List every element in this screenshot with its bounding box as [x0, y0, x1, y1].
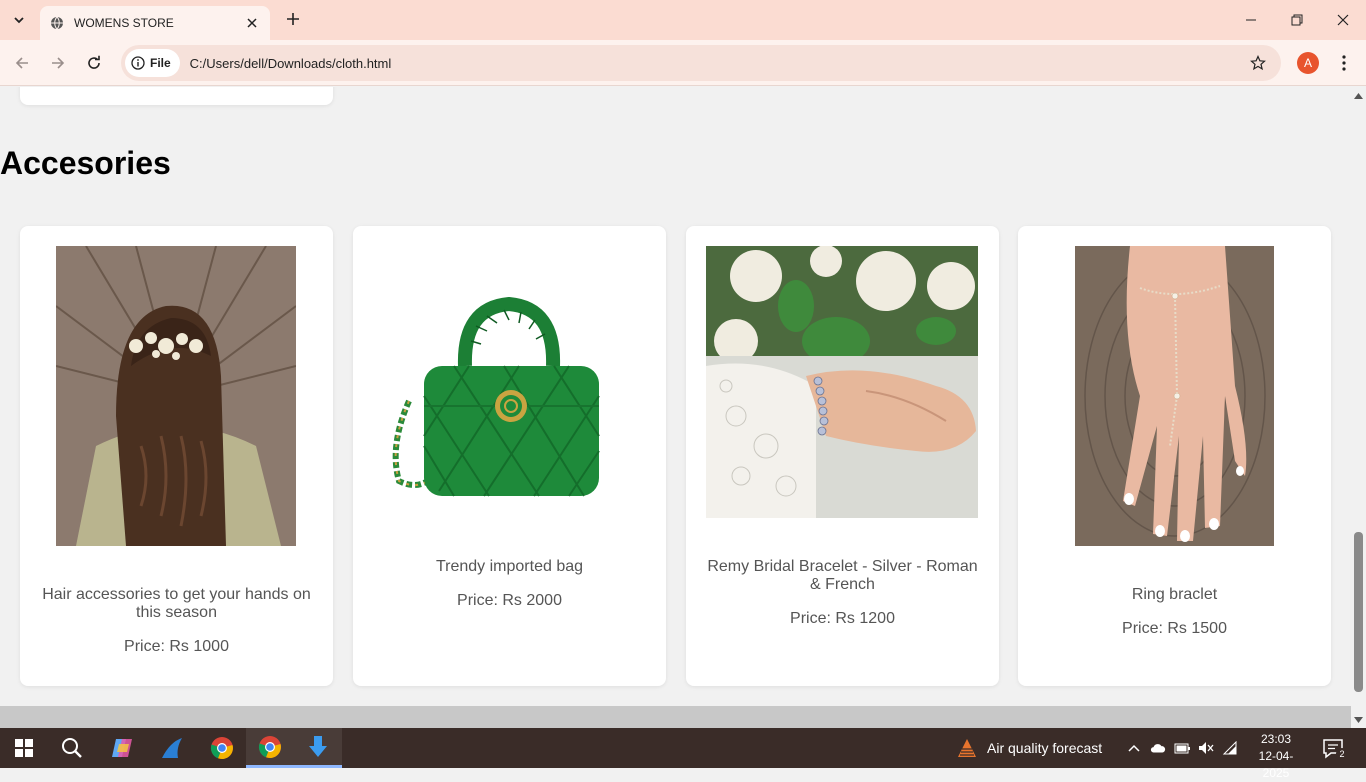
scroll-thumb[interactable]	[1354, 532, 1363, 692]
chrome-app[interactable]	[198, 728, 246, 768]
chrome-app-active[interactable]	[246, 728, 294, 768]
chevron-down-icon	[14, 17, 24, 24]
downloads-app[interactable]	[294, 728, 342, 768]
network-tray[interactable]	[1222, 740, 1238, 756]
weather-text: Air quality forecast	[987, 740, 1103, 756]
copilot-icon	[112, 739, 132, 757]
arrow-right-icon	[52, 57, 65, 69]
air-quality-icon	[958, 739, 976, 757]
chrome-icon	[210, 737, 233, 760]
clock-time: 23:03	[1260, 732, 1292, 746]
product-price: Price: Rs 2000	[457, 592, 562, 609]
product-name: Trendy imported bag	[435, 558, 584, 575]
minimize-icon	[1246, 19, 1256, 21]
notification-count: 2	[1336, 748, 1348, 760]
weather-widget[interactable]: Air quality forecast	[956, 736, 1102, 760]
bookmark-star-icon[interactable]	[1247, 52, 1269, 74]
product-card[interactable]: Trendy imported bag Price: Rs 2000	[353, 226, 666, 686]
shark-app[interactable]	[148, 728, 196, 768]
browser-toolbar: File C:/Users/dell/Downloads/cloth.html …	[0, 40, 1366, 86]
kebab-menu-icon	[1342, 55, 1346, 71]
hair-accessory-image	[56, 246, 296, 546]
arrow-left-icon	[15, 57, 28, 69]
battery-plug-icon	[1174, 743, 1190, 754]
browser-menu-button[interactable]	[1334, 51, 1354, 75]
tab-search-button[interactable]	[6, 7, 32, 33]
site-info-chip[interactable]: File	[125, 49, 180, 77]
address-bar[interactable]: File C:/Users/dell/Downloads/cloth.html	[121, 45, 1281, 81]
chrome-icon	[258, 735, 281, 758]
product-card[interactable]: Ring braclet Price: Rs 1500	[1018, 226, 1331, 686]
bracelet-image	[706, 246, 978, 518]
new-tab-button[interactable]	[282, 8, 304, 30]
scroll-down-icon[interactable]	[1353, 714, 1364, 725]
page-viewport: Accesories Hair accessories to get your …	[0, 87, 1351, 728]
browser-tab[interactable]: WOMENS STORE	[40, 6, 270, 40]
close-icon	[1337, 14, 1349, 26]
forward-button[interactable]	[46, 51, 70, 75]
profile-avatar[interactable]: A	[1297, 52, 1319, 74]
battery-tray[interactable]	[1174, 740, 1190, 756]
minimize-button[interactable]	[1228, 0, 1274, 40]
system-clock[interactable]: 23:03 12-04-2025	[1246, 731, 1306, 782]
windows-taskbar: Air quality forecast 23:03 12-04-2025 2	[0, 728, 1366, 780]
product-name: Hair accessories to get your hands on th…	[42, 586, 311, 621]
product-card[interactable]: Hair accessories to get your hands on th…	[20, 226, 333, 686]
shark-fin-icon	[162, 738, 182, 758]
product-price: Price: Rs 1000	[124, 638, 229, 655]
reload-icon	[88, 55, 100, 69]
product-price: Price: Rs 1200	[790, 610, 895, 627]
section-title: Accesories	[0, 145, 171, 181]
restore-icon	[1291, 14, 1303, 26]
close-window-button[interactable]	[1320, 0, 1366, 40]
previous-product-card	[20, 87, 333, 105]
search-button[interactable]	[48, 728, 96, 768]
product-name: Ring braclet	[1131, 586, 1218, 603]
product-price: Price: Rs 1500	[1122, 620, 1227, 637]
wifi-icon	[1222, 741, 1237, 755]
onedrive-tray[interactable]	[1150, 740, 1166, 756]
windows-logo-icon	[15, 739, 33, 757]
tab-strip: WOMENS STORE	[0, 0, 1366, 40]
download-arrow-icon	[309, 735, 327, 757]
globe-icon	[51, 16, 63, 30]
clock-date: 12-04-2025	[1258, 749, 1294, 780]
volume-tray[interactable]	[1198, 740, 1214, 756]
product-name: Remy Bridal Bracelet - Silver - Roman & …	[707, 558, 978, 593]
back-button[interactable]	[10, 51, 34, 75]
cloud-icon	[1150, 744, 1166, 753]
url-text[interactable]: C:/Users/dell/Downloads/cloth.html	[190, 56, 1247, 71]
close-tab-icon[interactable]	[244, 15, 260, 31]
green-handbag-image	[392, 296, 600, 497]
tab-title: WOMENS STORE	[74, 16, 174, 30]
product-card[interactable]: Remy Bridal Bracelet - Silver - Roman & …	[686, 226, 999, 686]
chevron-up-icon	[1128, 744, 1140, 752]
notification-center[interactable]: 2	[1323, 739, 1348, 764]
search-icon	[62, 738, 82, 758]
hand-chain-image	[1075, 246, 1274, 546]
page-scrollbar[interactable]	[1351, 87, 1366, 728]
footer-strip	[0, 706, 1351, 728]
plus-icon	[287, 13, 299, 25]
start-button[interactable]	[0, 728, 48, 768]
info-icon	[131, 56, 145, 70]
file-label: File	[150, 56, 171, 70]
copilot-app[interactable]	[98, 728, 146, 768]
restore-button[interactable]	[1274, 0, 1320, 40]
scroll-up-icon[interactable]	[1353, 90, 1364, 101]
show-hidden-icons[interactable]	[1126, 740, 1142, 756]
volume-muted-icon	[1199, 742, 1214, 754]
reload-button[interactable]	[82, 51, 106, 75]
